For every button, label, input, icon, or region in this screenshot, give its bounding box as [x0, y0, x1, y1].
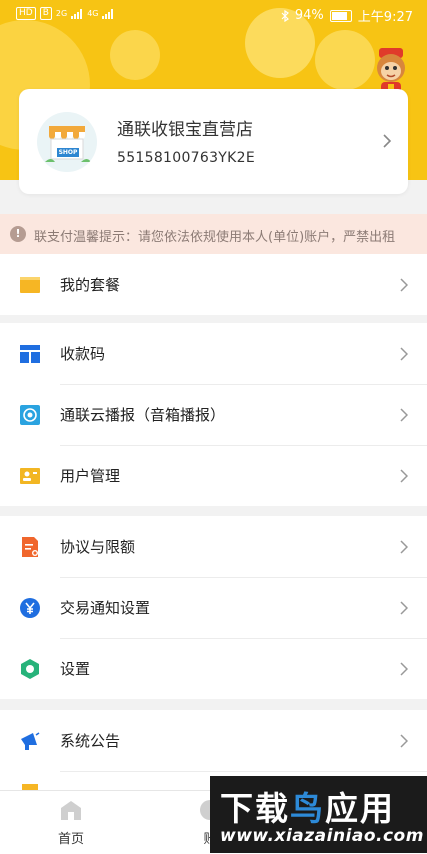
yuan-bell-icon — [20, 598, 40, 618]
chevron-right-icon — [400, 662, 408, 676]
watermark-title-part: 下载 — [220, 789, 290, 828]
chevron-right-icon — [400, 734, 408, 748]
menu-item-settings[interactable]: 设置 — [0, 638, 427, 699]
watermark-title-part: 鸟 — [290, 789, 325, 828]
qrcode-layout-icon — [20, 345, 40, 363]
user-card-icon — [20, 468, 40, 484]
menu-item-label: 交易通知设置 — [60, 599, 151, 617]
warning-icon: ! — [10, 226, 26, 242]
nav-home[interactable]: 首页 — [41, 799, 101, 847]
megaphone-icon — [21, 732, 40, 750]
menu-item-label: 用户管理 — [60, 467, 121, 485]
chevron-right-icon — [400, 278, 408, 292]
menu-group: 协议与限额 交易通知设置 设置 — [0, 516, 427, 699]
menu-item-label: 通联云播报（音箱播报） — [60, 406, 226, 424]
home-icon — [61, 801, 81, 820]
chevron-right-icon — [400, 408, 408, 422]
status-bar: HD B 2G 4G 94% 上午9:27 — [0, 0, 427, 30]
store-name: 通联收银宝直营店 — [117, 120, 253, 140]
site-watermark: 下载鸟应用 www.xiazainiao.com — [210, 776, 427, 853]
chevron-right-icon — [400, 347, 408, 361]
watermark-title: 下载鸟应用 — [220, 782, 395, 830]
bluetooth-icon — [281, 9, 289, 22]
menu-item-label: 协议与限额 — [60, 538, 136, 556]
signal-icon — [102, 8, 114, 19]
notice-banner[interactable]: ! 联支付温馨提示：请您依法依规使用本人(单位)账户，严禁出租 — [0, 214, 427, 254]
decor-bubble — [110, 30, 160, 80]
decor-bubble — [315, 30, 375, 90]
menu-item-label: 系统公告 — [60, 732, 121, 750]
menu-item-system-notice[interactable]: 系统公告 — [0, 710, 427, 771]
status-time: 上午9:27 — [357, 10, 413, 25]
nav-label: 首页 — [57, 832, 84, 847]
menu-item-label: 收款码 — [60, 345, 106, 363]
watermark-url: www.xiazainiao.com — [220, 826, 424, 846]
store-card[interactable]: SHOP 通联收银宝直营店 55158100763YK2E — [19, 89, 408, 194]
hd-indicator: HD — [16, 7, 36, 20]
sim-indicator: B — [39, 7, 52, 20]
menu-item-agreement-limits[interactable]: 协议与限额 — [0, 516, 427, 577]
watermark-title-part: 应用 — [325, 789, 395, 828]
store-id: 55158100763YK2E — [117, 150, 255, 166]
menu-item-qrcode[interactable]: 收款码 — [0, 323, 427, 384]
document-icon — [22, 537, 38, 557]
battery-icon — [329, 9, 352, 22]
notice-text: 联支付温馨提示：请您依法依规使用本人(单位)账户，严禁出租 — [34, 230, 396, 245]
menu-item-label: 我的套餐 — [60, 276, 121, 294]
chevron-right-icon — [400, 540, 408, 554]
package-icon — [20, 277, 40, 293]
battery-percent: 94% — [294, 8, 324, 23]
menu-item-label: 设置 — [60, 660, 91, 678]
chevron-right-icon — [400, 469, 408, 483]
shop-icon: SHOP — [37, 112, 97, 172]
menu-item-user-management[interactable]: 用户管理 — [0, 445, 427, 506]
gear-icon — [21, 659, 39, 679]
signal-icon — [71, 8, 83, 19]
menu-item-my-package[interactable]: 我的套餐 — [0, 254, 427, 315]
menu-group: 我的套餐 — [0, 254, 427, 315]
shop-sign-text: SHOP — [58, 149, 78, 156]
speaker-icon — [20, 405, 40, 425]
menu-row-divider — [60, 771, 427, 772]
menu-item-cloud-broadcast[interactable]: 通联云播报（音箱播报） — [0, 384, 427, 445]
network-4g-label: 4G — [87, 9, 99, 18]
menu-item-transaction-notify[interactable]: 交易通知设置 — [0, 577, 427, 638]
menu-group: 收款码 通联云播报（音箱播报） 用户管理 — [0, 323, 427, 506]
network-2g-label: 2G — [55, 9, 68, 18]
chevron-right-icon — [383, 134, 392, 148]
chevron-right-icon — [400, 601, 408, 615]
